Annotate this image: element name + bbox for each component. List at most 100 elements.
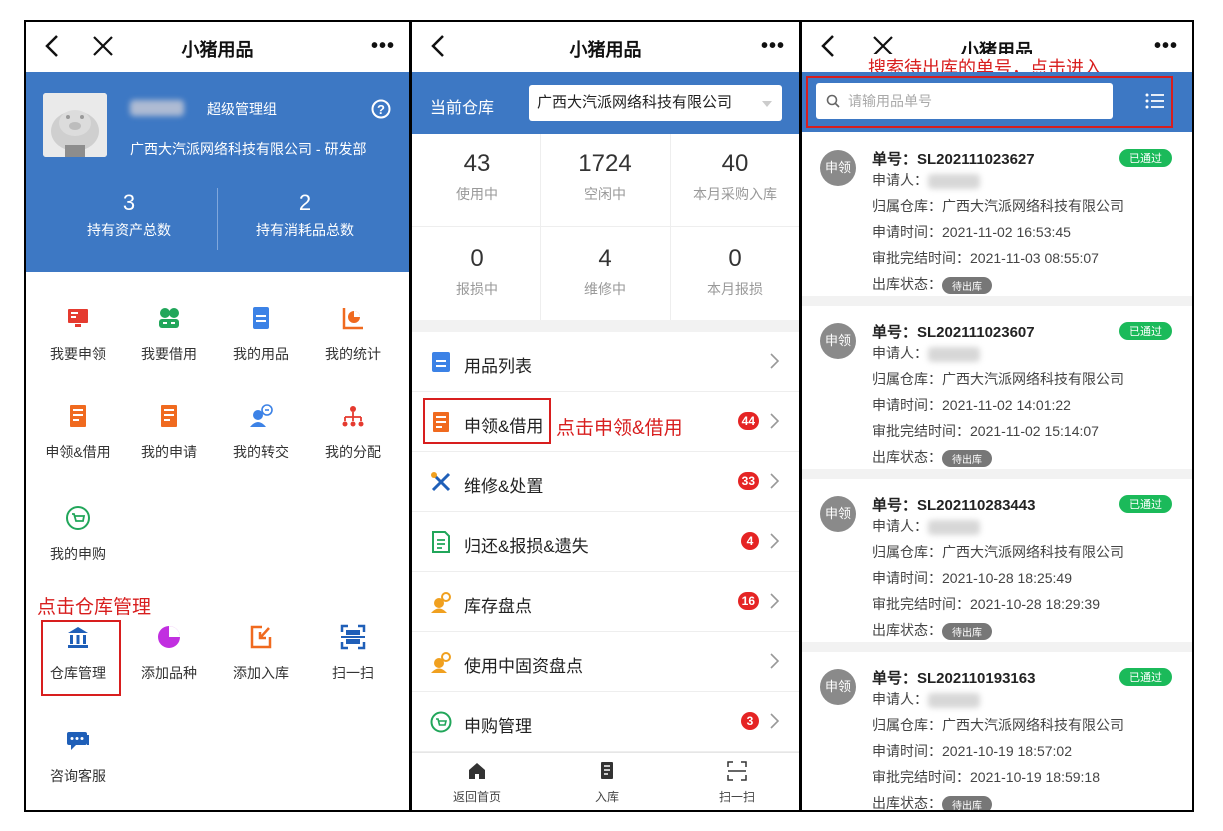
stat-damaged[interactable]: 0 报损中	[412, 245, 542, 299]
help-icon[interactable]: ?	[371, 99, 391, 119]
chevron-right-icon	[770, 533, 780, 549]
profile-header: 超级管理组 ? 广西大汽派网络科技有限公司 - 研发部 3 持有资产总数 2 持…	[26, 72, 409, 272]
avatar[interactable]	[43, 93, 107, 157]
warehouse-select[interactable]: 广西大汽派网络科技有限公司	[529, 85, 782, 121]
stat-in-use[interactable]: 43 使用中	[412, 150, 542, 204]
doc-icon	[432, 531, 450, 553]
stat-idle[interactable]: 1724 空闲中	[540, 150, 670, 204]
tab-scan[interactable]: 扫一扫	[672, 761, 799, 805]
chevron-right-icon	[770, 353, 780, 369]
more-icon[interactable]: •••	[371, 35, 395, 58]
warehouse-label: 当前仓库	[430, 100, 495, 117]
applicant-label: 申请人：	[872, 172, 928, 188]
menu-item-list[interactable]: 用品列表	[412, 332, 799, 392]
annotation-warehouse: 点击仓库管理	[37, 597, 152, 618]
status-badge: 已通过	[1119, 149, 1172, 167]
order-type-avatar: 申领	[820, 150, 856, 186]
role-label: 超级管理组	[207, 101, 277, 117]
applicant-blurred	[928, 519, 980, 535]
form-icon	[70, 405, 86, 427]
order-card[interactable]: 申领 单号：SL202110193163 已通过 申请人： 归属仓库：广西大汽派网络科技…	[802, 653, 1192, 811]
out-status-label: 出库状态：	[872, 449, 942, 465]
order-type-avatar: 申领	[820, 496, 856, 532]
menu-item-stocktake[interactable]: 库存盘点 16	[412, 572, 799, 632]
apply-item[interactable]: 我要申领	[34, 305, 122, 364]
customer-service-item[interactable]: 咨询客服	[34, 727, 122, 786]
book-icon	[601, 762, 613, 779]
bottom-tab-bar: 返回首页 入库 扫一扫	[412, 752, 799, 810]
app-title: 小猪用品	[569, 40, 642, 60]
warehouse-selector-bar: 当前仓库 广西大汽派网络科技有限公司	[412, 72, 799, 134]
applicant-label: 申请人：	[872, 518, 928, 534]
applicant-blurred	[928, 346, 980, 362]
list-icon	[253, 307, 269, 329]
form-icon	[161, 405, 177, 427]
stat-monthly-damage[interactable]: 0 本月报损	[670, 245, 799, 299]
computer-icon	[68, 309, 88, 327]
my-stats-item[interactable]: 我的统计	[309, 305, 397, 364]
highlight-search	[806, 76, 1173, 128]
add-category-item[interactable]: 添加品种	[125, 624, 213, 683]
approve-time: 审批完结时间：2021-10-19 18:59:18	[872, 769, 1100, 785]
username-blurred	[130, 100, 184, 116]
top-nav-bar: 小猪用品 •••	[26, 22, 409, 74]
cart-icon	[66, 506, 90, 530]
status-badge: 已通过	[1119, 322, 1172, 340]
approve-time: 审批完结时间：2021-11-02 15:14:07	[872, 423, 1099, 439]
stat-monthly-purchase[interactable]: 40 本月采购入库	[670, 150, 799, 204]
menu-item-repair[interactable]: 维修&处置 33	[412, 452, 799, 512]
company-label: 广西大汽派网络科技有限公司 - 研发部	[130, 141, 367, 157]
chevron-right-icon	[770, 653, 780, 669]
more-icon[interactable]: •••	[1154, 35, 1178, 58]
org-icon	[342, 406, 364, 427]
more-icon[interactable]: •••	[761, 35, 785, 58]
my-purchase-item[interactable]: 我的申购	[34, 505, 122, 564]
stat-repairing[interactable]: 4 维修中	[540, 245, 670, 299]
stats-grid: 43 使用中 1724 空闲中 40 本月采购入库 0 报损中 4 维修中 0 本月报损	[412, 134, 799, 328]
applicant-blurred	[928, 692, 980, 708]
order-card[interactable]: 申领 单号：SL202111023607 已通过 申请人： 归属仓库：广西大汽派网络科技…	[802, 307, 1192, 479]
out-status-label: 出库状态：	[872, 795, 942, 811]
apply-time: 申请时间：2021-11-02 16:53:45	[872, 224, 1071, 240]
home-screen: 小猪用品 ••• 超级管理组 ? 广西大汽派网络科技有限公司 - 研发部 3 持…	[24, 20, 411, 812]
count-badge: 44	[737, 412, 759, 430]
chevron-right-icon	[770, 473, 780, 489]
stat-consumables[interactable]: 2 持有消耗品总数	[210, 190, 400, 240]
order-card[interactable]: 申领 单号：SL202110283443 已通过 申请人： 归属仓库：广西大汽派网络科技…	[802, 480, 1192, 652]
top-nav-bar: 小猪用品 •••	[412, 22, 799, 74]
borrow-item[interactable]: 我要借用	[125, 305, 213, 364]
my-transfer-item[interactable]: 我的转交	[217, 403, 305, 462]
users-icon	[159, 308, 179, 328]
my-requests-item[interactable]: 我的申请	[125, 403, 213, 462]
applicant-blurred	[928, 173, 980, 189]
status-badge: 已通过	[1119, 495, 1172, 513]
status-badge: 已通过	[1119, 668, 1172, 686]
chat-icon	[67, 732, 89, 750]
menu-item-purchase[interactable]: 申购管理 3	[412, 692, 799, 752]
apply-borrow-item[interactable]: 申领&借用	[34, 403, 122, 462]
home-icon	[469, 763, 485, 779]
svg-text:?: ?	[377, 102, 385, 117]
menu-item-fixed-asset-check[interactable]: 使用中固资盘点	[412, 632, 799, 692]
annotation-apply-borrow: 点击申领&借用	[556, 418, 683, 439]
tab-home[interactable]: 返回首页	[412, 761, 542, 805]
order-card[interactable]: 申领 单号：SL202111023627 已通过 申请人： 归属仓库：广西大汽派网络科技…	[802, 134, 1192, 306]
tools-icon	[431, 472, 451, 492]
chevron-right-icon	[770, 713, 780, 729]
count-badge: 33	[737, 472, 759, 490]
scan-icon	[727, 761, 747, 781]
my-items-item[interactable]: 我的用品	[217, 305, 305, 364]
order-type-avatar: 申领	[820, 669, 856, 705]
cart-icon	[430, 711, 452, 733]
transfer-icon	[250, 404, 273, 427]
scan-item[interactable]: 扫一扫	[309, 624, 397, 683]
stat-assets[interactable]: 3 持有资产总数	[34, 190, 224, 240]
tab-stock-in[interactable]: 入库	[542, 761, 672, 805]
warehouse-line: 归属仓库：广西大汽派网络科技有限公司	[872, 544, 1124, 560]
menu-item-return[interactable]: 归还&报损&遗失 4	[412, 512, 799, 572]
out-status-label: 出库状态：	[872, 276, 942, 292]
add-stock-item[interactable]: 添加入库	[217, 624, 305, 683]
my-allocation-item[interactable]: 我的分配	[309, 403, 397, 462]
import-icon	[250, 625, 272, 649]
highlight-apply-borrow	[423, 398, 551, 444]
